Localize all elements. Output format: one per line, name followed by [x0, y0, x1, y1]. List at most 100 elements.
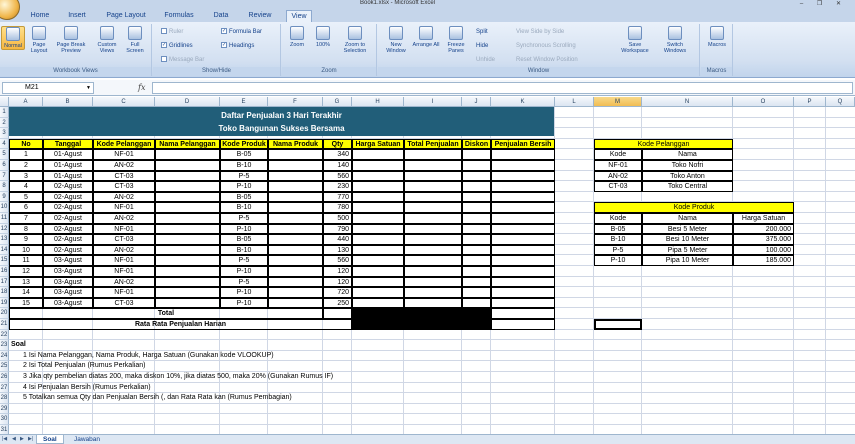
table-cell[interactable] — [462, 266, 491, 277]
table-cell[interactable]: 120 — [323, 266, 352, 277]
table-cell[interactable] — [491, 202, 555, 213]
table-cell[interactable]: 02-Agust — [43, 213, 93, 224]
row-header[interactable]: 12 — [0, 223, 9, 235]
table-cell[interactable] — [491, 191, 555, 203]
table-cell[interactable]: 01-Agust — [43, 160, 93, 171]
table-cell[interactable] — [491, 223, 555, 235]
produk-cell[interactable]: P-10 — [594, 255, 642, 266]
row-header[interactable]: 26 — [0, 372, 9, 383]
row-header[interactable]: 27 — [0, 382, 9, 394]
table-cell[interactable]: 02-Agust — [43, 191, 93, 203]
table-cell[interactable] — [268, 202, 323, 213]
table-cell[interactable]: 500 — [323, 213, 352, 224]
view-side-by-side-button[interactable]: View Side by Side — [516, 28, 564, 36]
table-cell[interactable] — [268, 160, 323, 171]
tab-insert[interactable]: Insert — [64, 10, 90, 22]
table-cell[interactable] — [462, 160, 491, 171]
produk-cell[interactable]: 200.000 — [733, 223, 794, 235]
normal-view-button[interactable]: Normal — [1, 26, 25, 50]
table-cell[interactable] — [462, 202, 491, 213]
table-cell[interactable] — [268, 266, 323, 277]
table-cell[interactable] — [491, 297, 555, 309]
table-cell[interactable] — [404, 149, 462, 160]
table-cell[interactable]: AN-02 — [93, 160, 155, 171]
page-layout-view-button[interactable]: Page Layout — [28, 26, 50, 54]
column-header-n[interactable]: N — [642, 97, 733, 107]
total-qty-cell[interactable] — [323, 308, 352, 319]
table-cell[interactable] — [491, 213, 555, 224]
column-header-h[interactable]: H — [352, 97, 404, 107]
table-cell[interactable] — [352, 160, 404, 171]
row-header[interactable]: 20 — [0, 308, 9, 319]
table-cell[interactable]: NF-01 — [93, 287, 155, 298]
table-cell[interactable]: 4 — [9, 181, 43, 192]
pelanggan-header[interactable]: Nama — [642, 149, 733, 160]
row-header[interactable]: 9 — [0, 191, 9, 203]
table-cell[interactable]: 01-Agust — [43, 170, 93, 182]
row-header[interactable]: 3 — [0, 128, 9, 139]
table-cell[interactable]: NF-01 — [93, 202, 155, 213]
full-screen-button[interactable]: Full Screen — [124, 26, 146, 54]
reset-window-position-button[interactable]: Reset Window Position — [516, 56, 578, 64]
table-cell[interactable]: 02-Agust — [43, 244, 93, 256]
table-cell[interactable]: 2 — [9, 160, 43, 171]
table-cell[interactable]: 03-Agust — [43, 266, 93, 277]
table-cell[interactable] — [268, 287, 323, 298]
table-cell[interactable]: 770 — [323, 191, 352, 203]
table-cell[interactable]: 130 — [323, 244, 352, 256]
table-cell[interactable] — [491, 266, 555, 277]
table-cell[interactable] — [155, 170, 220, 182]
produk-cell[interactable]: Besi 5 Meter — [642, 223, 733, 235]
table-cell[interactable]: 13 — [9, 276, 43, 288]
table-cell[interactable]: 03-Agust — [43, 276, 93, 288]
table-cell[interactable]: NF-01 — [93, 266, 155, 277]
row-header[interactable]: 29 — [0, 403, 9, 415]
produk-cell[interactable]: B-10 — [594, 234, 642, 245]
arrange-all-button[interactable]: Arrange All — [412, 26, 440, 48]
table-cell[interactable]: 03-Agust — [43, 287, 93, 298]
average-net-cell[interactable] — [491, 319, 555, 330]
table-cell[interactable] — [491, 234, 555, 245]
table-cell[interactable]: P-5 — [220, 255, 268, 266]
table-cell[interactable] — [462, 297, 491, 309]
window-controls[interactable]: ‒ ❐ ✕ — [800, 0, 847, 7]
column-header-a[interactable]: A — [9, 97, 43, 107]
row-header[interactable]: 16 — [0, 266, 9, 277]
tab-data[interactable]: Data — [209, 10, 233, 22]
table-cell[interactable]: P-10 — [220, 266, 268, 277]
table-cell[interactable]: P-10 — [220, 223, 268, 235]
zoom-button[interactable]: Zoom — [286, 26, 308, 48]
table-cell[interactable] — [155, 223, 220, 235]
row-header[interactable]: 25 — [0, 361, 9, 372]
save-workspace-button[interactable]: Save Workspace — [618, 26, 652, 54]
table-cell[interactable] — [352, 234, 404, 245]
table-cell[interactable] — [404, 191, 462, 203]
table-cell[interactable]: 7 — [9, 213, 43, 224]
produk-cell[interactable]: Pipa 5 Meter — [642, 244, 733, 256]
table-header-cell[interactable]: Qty — [323, 138, 352, 150]
table-cell[interactable]: AN-02 — [93, 191, 155, 203]
table-cell[interactable] — [352, 191, 404, 203]
table-cell[interactable] — [352, 255, 404, 266]
table-cell[interactable]: 440 — [323, 234, 352, 245]
table-header-cell[interactable]: Diskon — [462, 138, 491, 150]
pelanggan-header[interactable]: Kode — [594, 149, 642, 160]
table-cell[interactable]: 120 — [323, 276, 352, 288]
table-cell[interactable] — [155, 191, 220, 203]
pelanggan-cell[interactable]: Toko Nofri — [642, 160, 733, 171]
table-cell[interactable]: 720 — [323, 287, 352, 298]
row-header[interactable]: 22 — [0, 329, 9, 341]
row-header[interactable]: 4 — [0, 138, 9, 150]
table-cell[interactable]: 3 — [9, 170, 43, 182]
table-cell[interactable] — [404, 170, 462, 182]
table-cell[interactable] — [404, 223, 462, 235]
table-cell[interactable] — [462, 213, 491, 224]
table-cell[interactable]: 6 — [9, 202, 43, 213]
next-sheet-icon[interactable]: ▶ — [20, 436, 24, 442]
table-cell[interactable] — [491, 244, 555, 256]
row-header[interactable]: 5 — [0, 149, 9, 160]
gridlines-checkbox[interactable]: ✓ Gridlines — [161, 42, 193, 50]
produk-cell[interactable]: Besi 10 Meter — [642, 234, 733, 245]
table-cell[interactable] — [352, 223, 404, 235]
table-cell[interactable] — [491, 255, 555, 266]
